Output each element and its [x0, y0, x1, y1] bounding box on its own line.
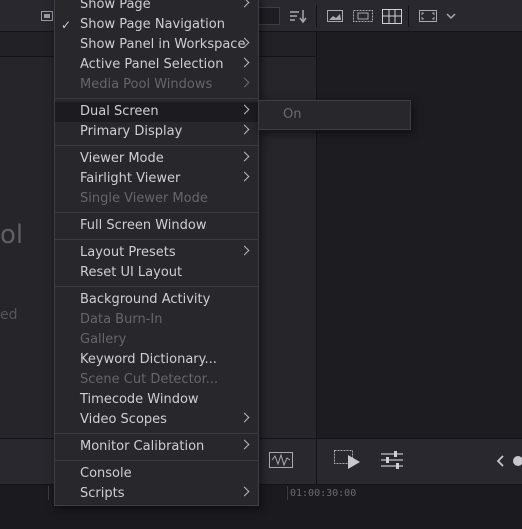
menu-item-scripts[interactable]: Scripts — [55, 484, 258, 504]
menu-item-scene-cut-detector: Scene Cut Detector... — [55, 370, 258, 390]
menu-item-label: Scripts — [80, 486, 125, 501]
menu-item-label: Background Activity — [80, 292, 211, 307]
menu-item-reset-ui-layout[interactable]: Reset UI Layout — [55, 263, 258, 283]
timeline-tick — [287, 486, 288, 500]
search-field-edge[interactable] — [258, 7, 280, 25]
menu-item-label: Video Scopes — [80, 412, 167, 427]
menu-item-label: Dual Screen — [80, 104, 159, 119]
chevron-left-icon[interactable] — [494, 454, 506, 468]
menu-item-data-burn-in: Data Burn-In — [55, 310, 258, 330]
chevron-right-icon — [239, 245, 250, 256]
menu-item-show-page[interactable]: Show Page — [55, 0, 258, 15]
chevron-right-icon — [239, 439, 250, 450]
menu-item-single-viewer-mode: Single Viewer Mode — [55, 189, 258, 209]
chevron-right-icon — [239, 124, 250, 135]
audio-waveform-icon[interactable] — [268, 451, 294, 469]
menu-item-primary-display[interactable]: Primary Display — [55, 122, 258, 142]
menu-item-label: Full Screen Window — [80, 218, 207, 233]
menu-item-label: Show Page Navigation — [80, 17, 225, 32]
menu-item-label: Viewer Mode — [80, 151, 164, 166]
menu-item-label: Data Burn-In — [80, 312, 163, 327]
filmstrip-view-icon[interactable] — [352, 9, 374, 23]
chevron-right-icon — [239, 0, 250, 8]
menu-item-label: Show Page — [80, 0, 151, 12]
menu-item-show-panel-in-workspace[interactable]: Show Panel in Workspace — [55, 35, 258, 55]
menu-item-monitor-calibration[interactable]: Monitor Calibration — [55, 437, 258, 457]
chevron-right-icon — [239, 151, 250, 162]
menu-item-dual-screen[interactable]: Dual Screen — [55, 102, 258, 122]
play-clip-icon[interactable] — [334, 450, 364, 470]
menu-item-background-activity[interactable]: Background Activity — [55, 290, 258, 310]
menu-item-active-panel-selection[interactable]: Active Panel Selection — [55, 55, 258, 75]
menu-item-viewer-mode[interactable]: Viewer Mode — [55, 149, 258, 169]
menu-separator — [55, 460, 258, 461]
menu-separator — [55, 286, 258, 287]
menu-item-media-pool-windows: Media Pool Windows — [55, 75, 258, 95]
timeline-tick — [48, 486, 49, 500]
panel-placeholder-text: ol — [0, 220, 24, 250]
chevron-right-icon — [239, 57, 250, 68]
chevron-right-icon — [239, 486, 250, 497]
menu-item-label: Fairlight Viewer — [80, 171, 181, 186]
menu-item-label: Scene Cut Detector... — [80, 372, 219, 387]
menu-item-label: Keyword Dictionary... — [80, 352, 217, 367]
menu-item-label: Monitor Calibration — [80, 439, 205, 454]
menu-item-timecode-window[interactable]: Timecode Window — [55, 390, 258, 410]
fullscreen-icon[interactable] — [418, 9, 438, 23]
sliders-icon[interactable] — [380, 450, 404, 470]
menu-item-label: Media Pool Windows — [80, 77, 213, 92]
menu-item-layout-presets[interactable]: Layout Presets — [55, 243, 258, 263]
panel-placeholder-subtext: ed — [0, 307, 18, 323]
toolbar-divider — [316, 438, 317, 484]
menu-separator — [55, 433, 258, 434]
workspace-menu: Show Page ✓ Show Page Navigation Show Pa… — [54, 0, 259, 506]
chevron-right-icon — [239, 104, 250, 115]
toolbar-divider — [408, 5, 409, 27]
menu-item-video-scopes[interactable]: Video Scopes — [55, 410, 258, 430]
menu-item-label: Primary Display — [80, 124, 183, 139]
chevron-right-icon — [239, 77, 250, 88]
menu-item-show-page-navigation[interactable]: ✓ Show Page Navigation — [55, 15, 258, 35]
menu-item-label: Layout Presets — [80, 245, 176, 260]
toolbar-divider — [316, 5, 317, 27]
menu-separator — [55, 98, 258, 99]
menu-item-label: Console — [80, 466, 132, 481]
chevron-right-icon — [239, 412, 250, 423]
scrubber-handle[interactable] — [512, 455, 522, 467]
chevron-right-icon — [239, 171, 250, 182]
checkmark-icon: ✓ — [61, 18, 72, 32]
timeline-timecode: 01:00:30:00 — [290, 488, 357, 499]
menu-item-label: Active Panel Selection — [80, 57, 224, 72]
menu-item-label: Single Viewer Mode — [80, 191, 208, 206]
image-view-icon[interactable] — [326, 9, 344, 23]
menu-separator — [55, 239, 258, 240]
menu-item-gallery: Gallery — [55, 330, 258, 350]
menu-item-label: Reset UI Layout — [80, 265, 183, 280]
menu-item-fairlight-viewer[interactable]: Fairlight Viewer — [55, 169, 258, 189]
menu-item-label: Gallery — [80, 332, 127, 347]
submenu-item-on: On — [283, 107, 302, 122]
thumbnail-view-icon[interactable] — [40, 10, 54, 22]
menu-item-label: Show Panel in Workspace — [80, 37, 246, 52]
menu-item-console[interactable]: Console — [55, 464, 258, 484]
dual-screen-submenu: On — [258, 100, 411, 130]
viewer-panel — [316, 32, 522, 438]
grid-view-icon[interactable] — [381, 8, 403, 24]
menu-separator — [55, 212, 258, 213]
menu-item-label: Timecode Window — [80, 392, 199, 407]
menu-item-keyword-dictionary[interactable]: Keyword Dictionary... — [55, 350, 258, 370]
menu-item-full-screen-window[interactable]: Full Screen Window — [55, 216, 258, 236]
chevron-down-icon[interactable] — [444, 10, 458, 22]
sort-icon[interactable] — [287, 8, 309, 24]
menu-separator — [55, 145, 258, 146]
